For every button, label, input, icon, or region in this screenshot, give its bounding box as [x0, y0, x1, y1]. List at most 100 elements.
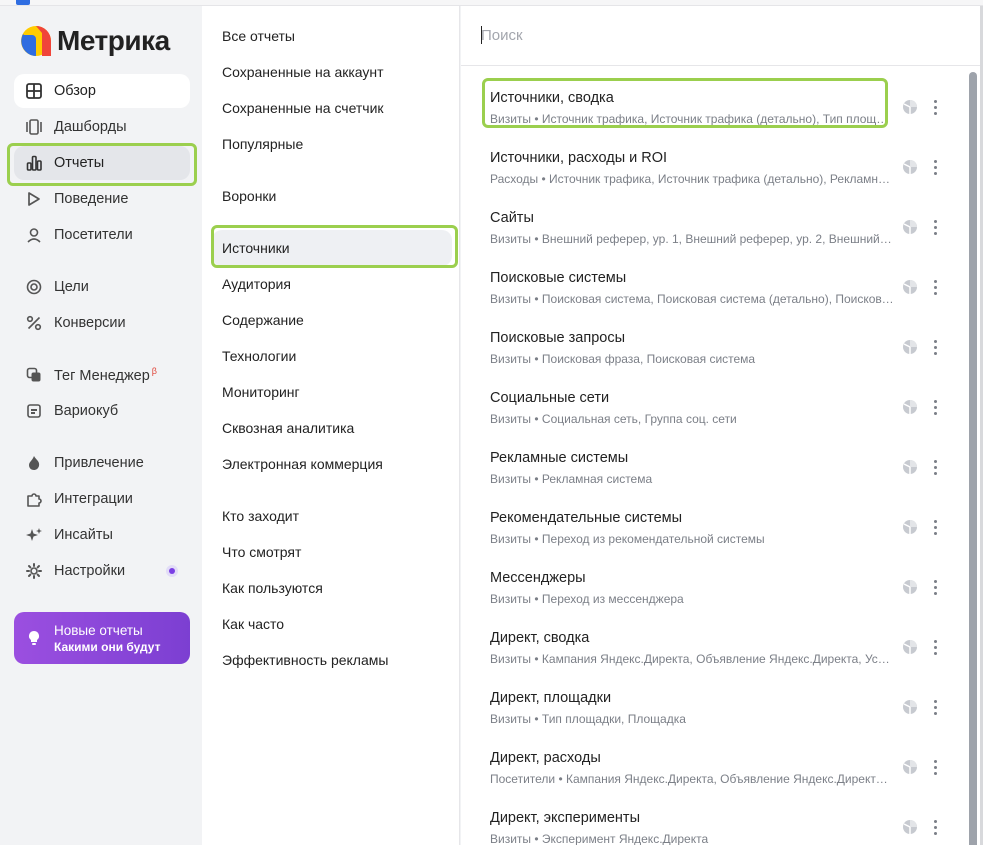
pie-chart-icon[interactable]: [902, 519, 918, 535]
category-audience[interactable]: Аудитория: [212, 266, 452, 302]
pie-chart-icon[interactable]: [902, 339, 918, 355]
more-vertical-icon[interactable]: [927, 336, 943, 358]
category-ecommerce[interactable]: Электронная коммерция: [212, 446, 452, 482]
report-row[interactable]: Директ, сводка Визиты • Кампания Яндекс.Д…: [461, 618, 966, 678]
scrollbar-thumb[interactable]: [969, 72, 977, 845]
sidebar-item-conversions[interactable]: Конверсии: [14, 306, 190, 340]
pie-chart-icon[interactable]: [902, 99, 918, 115]
report-row[interactable]: Директ, эксперименты Визиты • Эксперимент…: [461, 798, 966, 845]
sidebar-item-behavior[interactable]: Поведение: [14, 182, 190, 216]
category-how-they-use[interactable]: Как пользуются: [212, 570, 452, 606]
report-title[interactable]: Поисковые системы: [490, 270, 626, 286]
pie-chart-icon[interactable]: [902, 159, 918, 175]
sidebar-item-label: Поведение: [54, 191, 129, 207]
report-title[interactable]: Сайты: [490, 210, 534, 226]
report-row[interactable]: Источники, расходы и ROI Расходы • Источн…: [461, 138, 966, 198]
sidebar-item-label: Дашборды: [54, 119, 127, 135]
more-vertical-icon[interactable]: [927, 816, 943, 838]
report-title[interactable]: Источники, расходы и ROI: [490, 150, 667, 166]
pie-chart-icon[interactable]: [902, 459, 918, 475]
category-all-reports[interactable]: Все отчеты: [212, 18, 452, 54]
report-title[interactable]: Поисковые запросы: [490, 330, 625, 346]
report-title[interactable]: Рекламные системы: [490, 450, 628, 466]
sidebar-item-acquisition[interactable]: Привлечение: [14, 446, 190, 480]
sidebar-item-variocube[interactable]: Вариокуб: [14, 394, 190, 428]
more-vertical-icon[interactable]: [927, 276, 943, 298]
report-row[interactable]: Директ, площадки Визиты • Тип площадки, П…: [461, 678, 966, 738]
more-vertical-icon[interactable]: [927, 156, 943, 178]
promo-subtitle: Какими они будут: [54, 639, 161, 654]
tag-manager-icon: [25, 366, 43, 384]
sidebar-item-insights[interactable]: Инсайты: [14, 518, 190, 552]
report-subtitle: Посетители • Кампания Яндекс.Директа, Об…: [490, 772, 894, 786]
sidebar-item-integrations[interactable]: Интеграции: [14, 482, 190, 516]
pie-chart-icon[interactable]: [902, 759, 918, 775]
pie-chart-icon[interactable]: [902, 639, 918, 655]
category-popular[interactable]: Популярные: [212, 126, 452, 162]
more-vertical-icon[interactable]: [927, 96, 943, 118]
report-row[interactable]: Социальные сети Визиты • Социальная сеть,…: [461, 378, 966, 438]
sidebar-item-label: Отчеты: [54, 155, 105, 171]
category-saved-counter[interactable]: Сохраненные на счетчик: [212, 90, 452, 126]
report-title[interactable]: Мессенджеры: [490, 570, 586, 586]
category-ad-effectiveness[interactable]: Эффективность рекламы: [212, 642, 452, 678]
report-row[interactable]: Мессенджеры Визиты • Переход из мессендже…: [461, 558, 966, 618]
category-what-they-view[interactable]: Что смотрят: [212, 534, 452, 570]
sidebar-item-tag-manager[interactable]: Тег Менеджер β: [14, 358, 190, 392]
category-funnels[interactable]: Воронки: [212, 178, 452, 214]
sidebar-item-reports[interactable]: Отчеты: [14, 146, 190, 180]
report-title[interactable]: Социальные сети: [490, 390, 609, 406]
new-reports-promo-button[interactable]: Новые отчеты Какими они будут: [14, 612, 190, 664]
pie-chart-icon[interactable]: [902, 579, 918, 595]
sidebar-item-overview[interactable]: Обзор: [14, 74, 190, 108]
pie-chart-icon[interactable]: [902, 399, 918, 415]
report-subtitle: Визиты • Переход из рекомендательной сис…: [490, 532, 765, 546]
category-content[interactable]: Содержание: [212, 302, 452, 338]
report-title[interactable]: Директ, сводка: [490, 630, 589, 646]
report-row[interactable]: Директ, расходы Посетители • Кампания Янд…: [461, 738, 966, 798]
more-vertical-icon[interactable]: [927, 636, 943, 658]
sidebar-item-visitors[interactable]: Посетители: [14, 218, 190, 252]
more-vertical-icon[interactable]: [927, 216, 943, 238]
report-title[interactable]: Рекомендательные системы: [490, 510, 682, 526]
report-row[interactable]: Источники, сводка Визиты • Источник трафи…: [461, 78, 966, 138]
report-subtitle: Визиты • Эксперимент Яндекс.Директа: [490, 832, 709, 845]
more-vertical-icon[interactable]: [927, 456, 943, 478]
more-vertical-icon[interactable]: [927, 576, 943, 598]
pie-chart-icon[interactable]: [902, 699, 918, 715]
pie-chart-icon[interactable]: [902, 279, 918, 295]
category-who-visits[interactable]: Кто заходит: [212, 498, 452, 534]
category-how-often[interactable]: Как часто: [212, 606, 452, 642]
report-title[interactable]: Директ, площадки: [490, 690, 611, 706]
sidebar-item-goals[interactable]: Цели: [14, 270, 190, 304]
sidebar-item-label: Цели: [54, 279, 89, 295]
report-title[interactable]: Директ, расходы: [490, 750, 601, 766]
search-input[interactable]: [481, 22, 961, 48]
category-monitoring[interactable]: Мониторинг: [212, 374, 452, 410]
report-row[interactable]: Поисковые запросы Визиты • Поисковая фраз…: [461, 318, 966, 378]
report-row[interactable]: Сайты Визиты • Внешний реферер, ур. 1, Вн…: [461, 198, 966, 258]
report-subtitle: Визиты • Кампания Яндекс.Директа, Объявл…: [490, 652, 894, 666]
more-vertical-icon[interactable]: [927, 756, 943, 778]
logo[interactable]: Метрика: [20, 25, 170, 57]
sidebar-item-dashboards[interactable]: Дашборды: [14, 110, 190, 144]
sidebar-item-label: Обзор: [54, 83, 96, 99]
category-saved-account[interactable]: Сохраненные на аккаунт: [212, 54, 452, 90]
pie-chart-icon[interactable]: [902, 219, 918, 235]
category-technologies[interactable]: Технологии: [212, 338, 452, 374]
report-title[interactable]: Источники, сводка: [490, 90, 614, 106]
report-title[interactable]: Директ, эксперименты: [490, 810, 640, 826]
sidebar-item-label: Конверсии: [54, 315, 126, 331]
category-end-to-end-analytics[interactable]: Сквозная аналитика: [212, 410, 452, 446]
report-row[interactable]: Рекламные системы Визиты • Рекламная сист…: [461, 438, 966, 498]
scrollbar[interactable]: [969, 72, 977, 845]
report-subtitle: Расходы • Источник трафика, Источник тра…: [490, 172, 894, 186]
more-vertical-icon[interactable]: [927, 696, 943, 718]
pie-chart-icon[interactable]: [902, 819, 918, 835]
category-sources[interactable]: Источники: [212, 230, 452, 266]
more-vertical-icon[interactable]: [927, 396, 943, 418]
more-vertical-icon[interactable]: [927, 516, 943, 538]
sidebar-item-settings[interactable]: Настройки: [14, 554, 190, 588]
report-row[interactable]: Поисковые системы Визиты • Поисковая сист…: [461, 258, 966, 318]
report-row[interactable]: Рекомендательные системы Визиты • Переход…: [461, 498, 966, 558]
